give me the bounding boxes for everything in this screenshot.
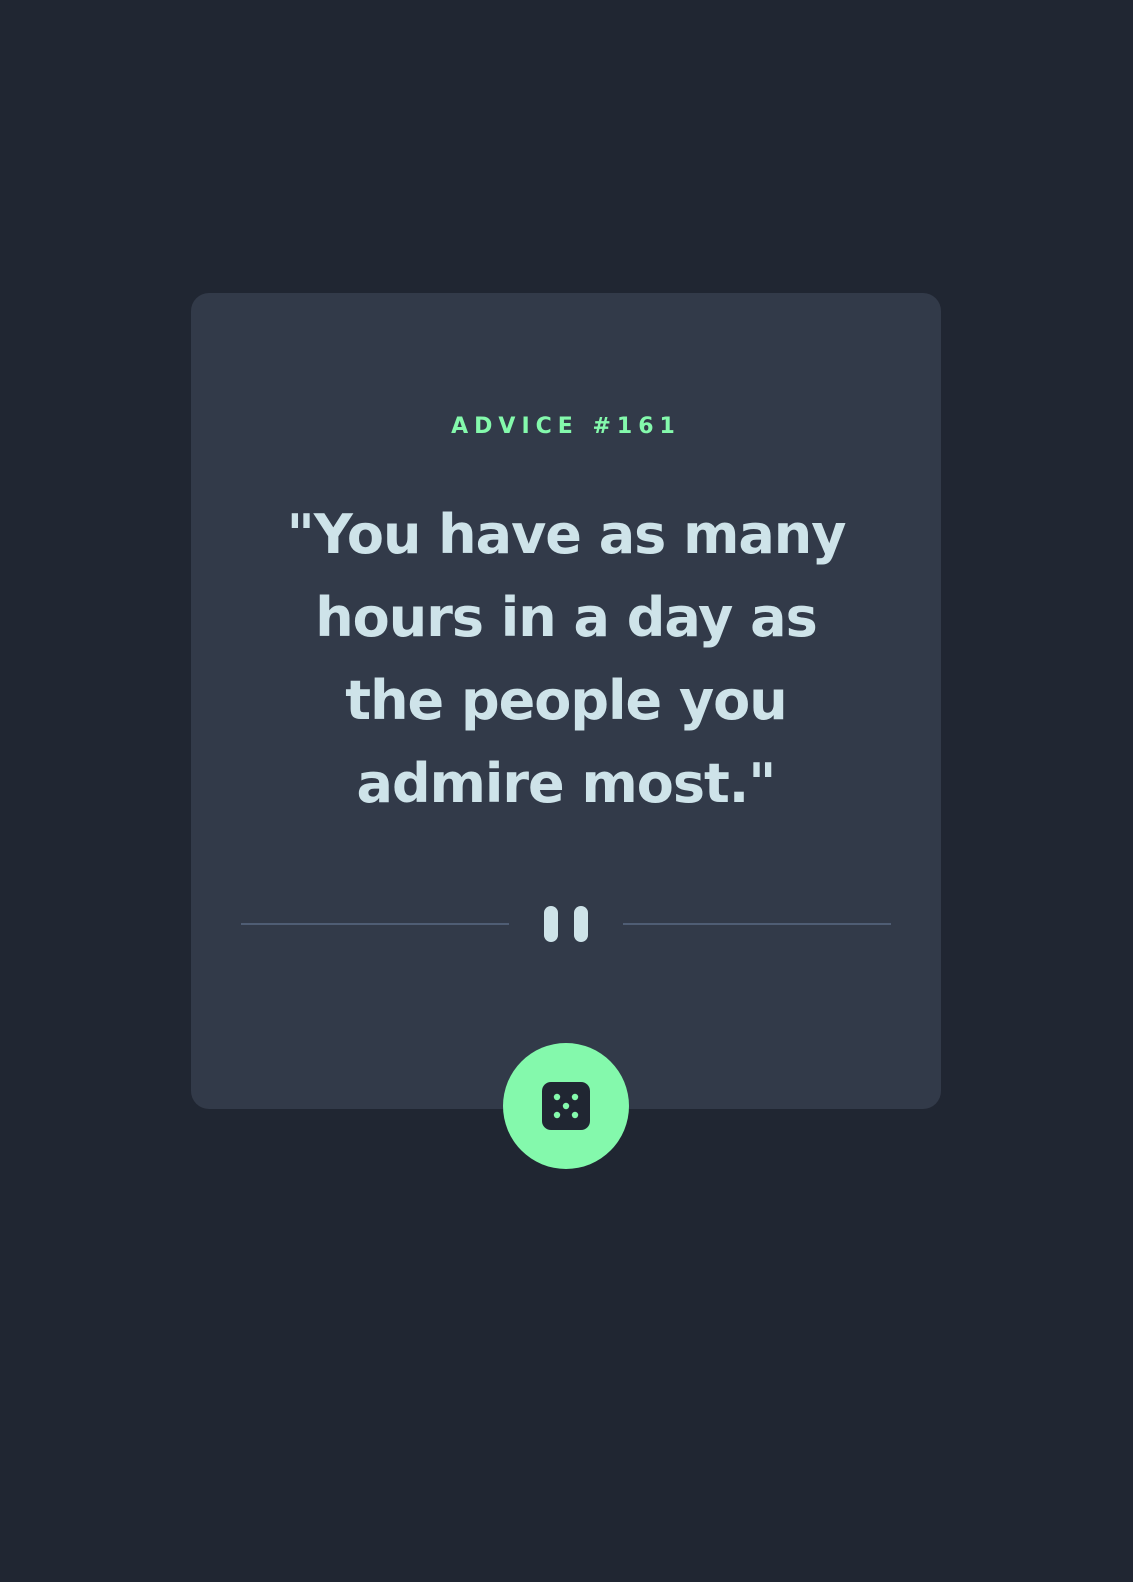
- dice-icon: [542, 1082, 590, 1130]
- advice-id-label: ADVICE #161: [451, 413, 681, 439]
- pause-icon-bar-left: [544, 906, 558, 942]
- advice-card: ADVICE #161 "You have as many hours in a…: [191, 293, 941, 1109]
- divider-line-left: [241, 923, 509, 925]
- divider-line-right: [623, 923, 891, 925]
- new-advice-button[interactable]: [503, 1043, 629, 1169]
- pause-icon-bar-right: [574, 906, 588, 942]
- pattern-divider: [241, 904, 891, 944]
- advice-quote: "You have as many hours in a day as the …: [286, 503, 847, 815]
- pause-icon: [544, 906, 588, 942]
